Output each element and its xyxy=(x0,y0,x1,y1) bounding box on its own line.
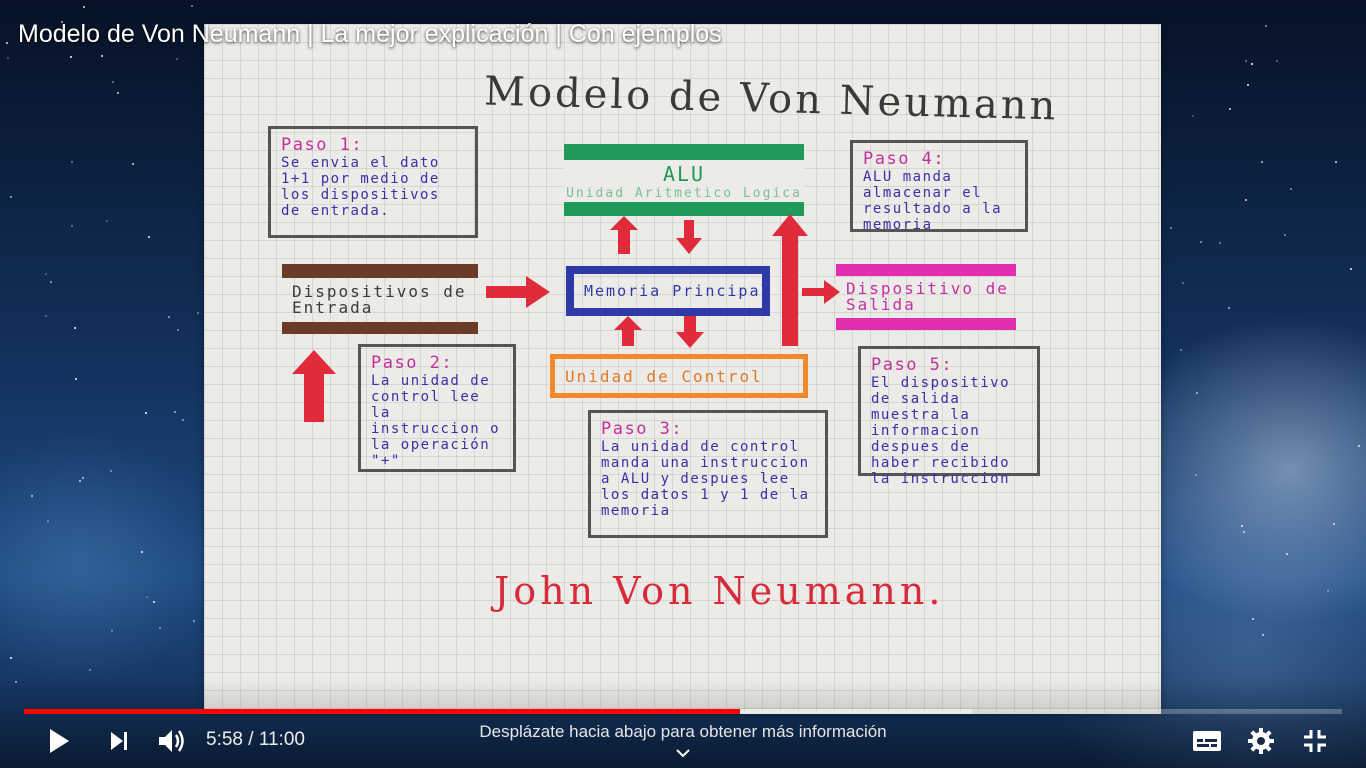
star xyxy=(1179,348,1182,351)
star xyxy=(1251,617,1254,620)
star xyxy=(1195,473,1198,476)
star xyxy=(78,480,81,483)
star xyxy=(1358,444,1361,447)
progress-bar[interactable] xyxy=(24,709,1342,714)
video-frame-slide: Modelo de Von Neumann Paso 1: Se envia e… xyxy=(204,24,1161,714)
star xyxy=(140,551,143,554)
star xyxy=(73,326,76,329)
volume-button[interactable] xyxy=(154,724,190,758)
settings-button[interactable] xyxy=(1244,724,1278,758)
volume-icon xyxy=(159,730,184,752)
star xyxy=(1199,240,1202,243)
time-separator: / xyxy=(248,729,254,750)
play-button[interactable] xyxy=(44,726,74,756)
star xyxy=(1285,553,1288,556)
arrow-memory-to-control xyxy=(676,316,704,348)
star xyxy=(1332,523,1335,526)
exit-fullscreen-icon xyxy=(1304,730,1326,752)
star xyxy=(144,411,147,414)
star xyxy=(1275,59,1278,62)
star xyxy=(1334,160,1337,163)
chevron-down-icon xyxy=(676,749,690,758)
progress-played xyxy=(24,709,740,714)
star xyxy=(1260,160,1263,163)
star xyxy=(131,162,134,165)
play-icon xyxy=(50,729,69,753)
arrow-input-to-memory xyxy=(486,276,550,308)
star xyxy=(70,55,72,58)
star xyxy=(70,224,73,227)
subtitles-icon xyxy=(1193,731,1221,751)
star xyxy=(167,315,170,318)
author-signature: John Von Neumann. xyxy=(494,569,945,613)
duration: 11:00 xyxy=(258,729,305,750)
star xyxy=(1283,233,1286,236)
arrow-alu-to-memory xyxy=(676,220,702,254)
star xyxy=(1169,226,1172,229)
arrow-memory-to-output xyxy=(802,280,840,304)
star xyxy=(1289,187,1292,190)
next-icon xyxy=(111,732,127,750)
time-display: 5:58 / 11:00 xyxy=(206,729,305,751)
arrow-control-to-memory xyxy=(614,316,642,346)
scroll-hint[interactable]: Desplázate hacia abajo para obtener más … xyxy=(383,722,983,742)
star xyxy=(44,273,47,276)
star xyxy=(110,630,113,633)
exit-fullscreen-button[interactable] xyxy=(1298,724,1332,758)
current-time: 5:58 xyxy=(206,729,243,750)
star xyxy=(82,5,85,8)
star xyxy=(88,668,91,671)
star xyxy=(145,595,148,598)
arrow-up-input xyxy=(292,350,336,422)
arrow-control-to-alu xyxy=(772,214,808,346)
star xyxy=(112,80,115,83)
hint-chevron[interactable] xyxy=(675,746,691,764)
gear-icon xyxy=(1248,728,1274,754)
video-title[interactable]: Modelo de Von Neumann | La mejor explica… xyxy=(18,20,722,49)
subtitles-button[interactable] xyxy=(1190,726,1224,756)
star xyxy=(1191,115,1194,118)
arrow-memory-to-alu xyxy=(610,216,638,254)
star xyxy=(1251,62,1254,65)
star xyxy=(1349,267,1352,270)
star xyxy=(30,494,33,497)
next-button[interactable] xyxy=(104,726,134,756)
